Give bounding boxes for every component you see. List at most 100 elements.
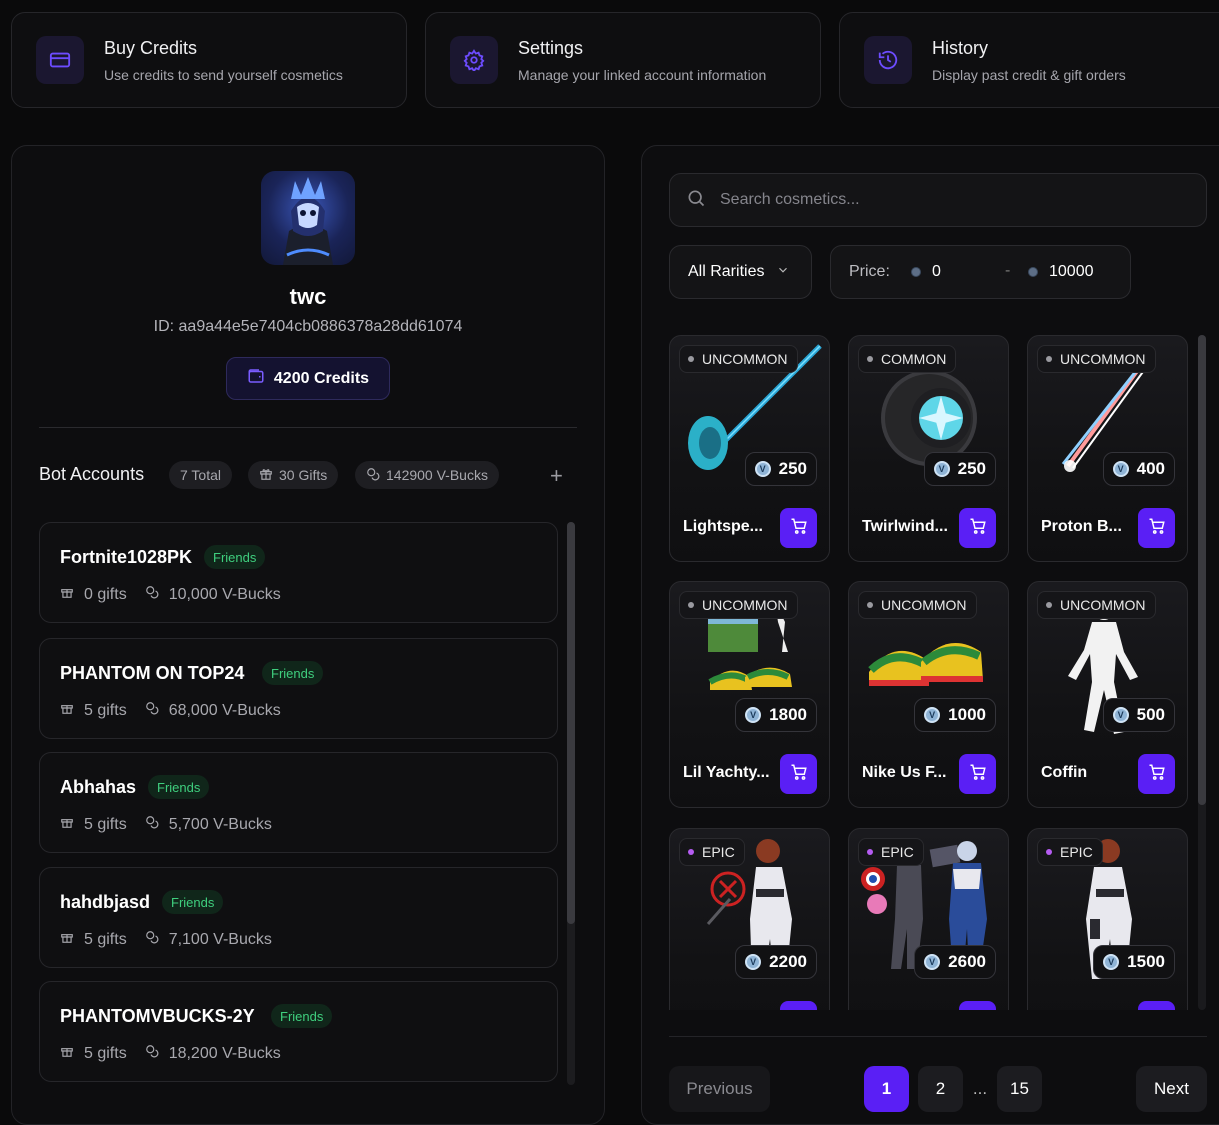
- add-to-cart-button[interactable]: [780, 1001, 817, 1010]
- cart-icon: [790, 517, 808, 540]
- item-price: 500: [1136, 705, 1165, 724]
- bot-list-scrollbar[interactable]: [567, 522, 575, 1085]
- gift-icon: [60, 930, 74, 949]
- rarity-badge: UNCOMMON: [1037, 591, 1156, 619]
- previous-button[interactable]: Previous: [669, 1066, 770, 1112]
- add-bot-button[interactable]: +: [550, 463, 563, 489]
- friends-badge: Friends: [148, 775, 210, 799]
- item-price: 1000: [948, 705, 986, 724]
- cosmetic-card[interactable]: EPIC V 2200: [669, 828, 830, 1010]
- gift-icon: [60, 815, 74, 834]
- bot-account-item[interactable]: PHANTOMVBUCKS-2Y Friends 5 gifts 18,200 …: [39, 981, 558, 1082]
- cosmetic-card[interactable]: UNCOMMON V 500 Coffin: [1027, 581, 1188, 808]
- gift-icon: [259, 467, 273, 484]
- settings-card[interactable]: Settings Manage your linked account info…: [425, 12, 821, 108]
- add-to-cart-button[interactable]: [959, 754, 996, 794]
- bot-account-item[interactable]: Abhahas Friends 5 gifts 5,700 V-Bucks: [39, 752, 558, 853]
- bot-vbucks: 7,100 V-Bucks: [168, 930, 272, 948]
- page-2-button[interactable]: 2: [918, 1066, 963, 1112]
- bot-meta: 5 gifts 18,200 V-Bucks: [60, 1044, 281, 1063]
- add-to-cart-button[interactable]: [1138, 754, 1175, 794]
- bot-account-item[interactable]: hahdbjasd Friends 5 gifts 7,100 V-Bucks: [39, 867, 558, 968]
- vbucks-icon: V: [1103, 954, 1120, 970]
- rarity-text: UNCOMMON: [702, 597, 788, 613]
- item-name: Proton B...: [1041, 518, 1122, 535]
- price-min-input[interactable]: 0: [932, 263, 941, 281]
- buy-credits-card[interactable]: Buy Credits Use credits to send yourself…: [11, 12, 407, 108]
- add-to-cart-button[interactable]: [780, 754, 817, 794]
- rarity-dot: [688, 849, 694, 855]
- vbucks-icon: [1028, 267, 1038, 277]
- friends-badge: Friends: [262, 661, 324, 685]
- bot-vbucks: 5,700 V-Bucks: [168, 815, 272, 833]
- rarity-badge: COMMON: [858, 345, 957, 373]
- cosmetic-card[interactable]: EPIC V 1500: [1027, 828, 1188, 1010]
- next-button[interactable]: Next: [1136, 1066, 1207, 1112]
- cosmetic-card[interactable]: UNCOMMON V 1800 Lil Yachty...: [669, 581, 830, 808]
- coins-icon: [145, 815, 159, 834]
- scrollbar-thumb[interactable]: [567, 522, 575, 924]
- coins-icon: [145, 701, 159, 720]
- page-15-button[interactable]: 15: [997, 1066, 1042, 1112]
- history-card[interactable]: History Display past credit & gift order…: [839, 12, 1219, 108]
- vbucks-icon: V: [933, 461, 950, 477]
- bot-account-item[interactable]: PHANTOM ON TOP24 Friends 5 gifts 68,000 …: [39, 638, 558, 739]
- bot-account-item[interactable]: Fortnite1028PK Friends 0 gifts 10,000 V-…: [39, 522, 558, 623]
- cosmetic-card[interactable]: UNCOMMON V 400 Proton B...: [1027, 335, 1188, 562]
- bot-name: Abhahas: [60, 777, 137, 797]
- cart-icon: [790, 1010, 808, 1011]
- add-to-cart-button[interactable]: [959, 1001, 996, 1010]
- chevron-down-icon: [776, 263, 790, 282]
- rarity-dot: [1046, 602, 1052, 608]
- cosmetic-card[interactable]: COMMON V 250 Twirlwind...: [848, 335, 1009, 562]
- vbucks-icon: V: [754, 461, 771, 477]
- cosmetic-card[interactable]: UNCOMMON V 1000 Nike Us F...: [848, 581, 1009, 808]
- rarity-dot: [688, 602, 694, 608]
- rarity-badge: UNCOMMON: [679, 345, 798, 373]
- cosmetics-grid: UNCOMMON V 250 Lightspe... COMMON V 250 Tw…: [669, 335, 1191, 1010]
- scrollbar-thumb[interactable]: [1198, 335, 1206, 805]
- add-to-cart-button[interactable]: [1138, 1001, 1175, 1010]
- cosmetic-card[interactable]: EPIC V 2600: [848, 828, 1009, 1010]
- bot-gifts: 5 gifts: [84, 701, 127, 719]
- bot-meta: 5 gifts 68,000 V-Bucks: [60, 701, 281, 720]
- cart-icon: [790, 763, 808, 786]
- cart-icon: [1148, 763, 1166, 786]
- card-title: Settings: [518, 37, 584, 58]
- wallet-icon: [247, 367, 265, 390]
- page-1-button[interactable]: 1: [864, 1066, 909, 1112]
- item-name: Coffin: [1041, 764, 1088, 781]
- bot-meta: 5 gifts 7,100 V-Bucks: [60, 930, 272, 949]
- add-to-cart-button[interactable]: [1138, 508, 1175, 548]
- bot-name: hahdbjasd: [60, 892, 151, 912]
- rarity-dropdown[interactable]: All Rarities: [669, 245, 812, 299]
- friends-badge: Friends: [204, 545, 266, 569]
- rarity-text: UNCOMMON: [702, 351, 788, 367]
- cart-icon: [969, 763, 987, 786]
- rarity-badge: UNCOMMON: [858, 591, 977, 619]
- add-to-cart-button[interactable]: [959, 508, 996, 548]
- card-subtitle: Manage your linked account information: [518, 66, 767, 83]
- bot-gifts: 0 gifts: [84, 585, 127, 603]
- add-to-cart-button[interactable]: [780, 508, 817, 548]
- item-price: 1500: [1127, 952, 1165, 971]
- credits-button[interactable]: 4200 Credits: [226, 357, 390, 400]
- search-bar[interactable]: [669, 173, 1207, 227]
- gift-icon: [60, 701, 74, 720]
- range-dash: -: [1005, 262, 1011, 279]
- rarity-badge: UNCOMMON: [679, 591, 798, 619]
- coins-icon: [145, 1044, 159, 1063]
- cosmetic-card[interactable]: UNCOMMON V 250 Lightspe...: [669, 335, 830, 562]
- price-badge: V 1000: [914, 698, 996, 732]
- card-title: History: [932, 37, 989, 58]
- divider: [669, 1036, 1207, 1037]
- rarity-text: COMMON: [881, 351, 947, 367]
- price-label: Price:: [849, 263, 890, 280]
- price-max-input[interactable]: 10000: [1049, 263, 1094, 281]
- rarity-text: UNCOMMON: [1060, 351, 1146, 367]
- grid-scrollbar[interactable]: [1198, 335, 1206, 1010]
- vbucks-icon: V: [924, 707, 941, 723]
- search-input[interactable]: [720, 191, 1160, 209]
- gift-icon: [60, 585, 74, 604]
- price-badge: V 1500: [1093, 945, 1175, 979]
